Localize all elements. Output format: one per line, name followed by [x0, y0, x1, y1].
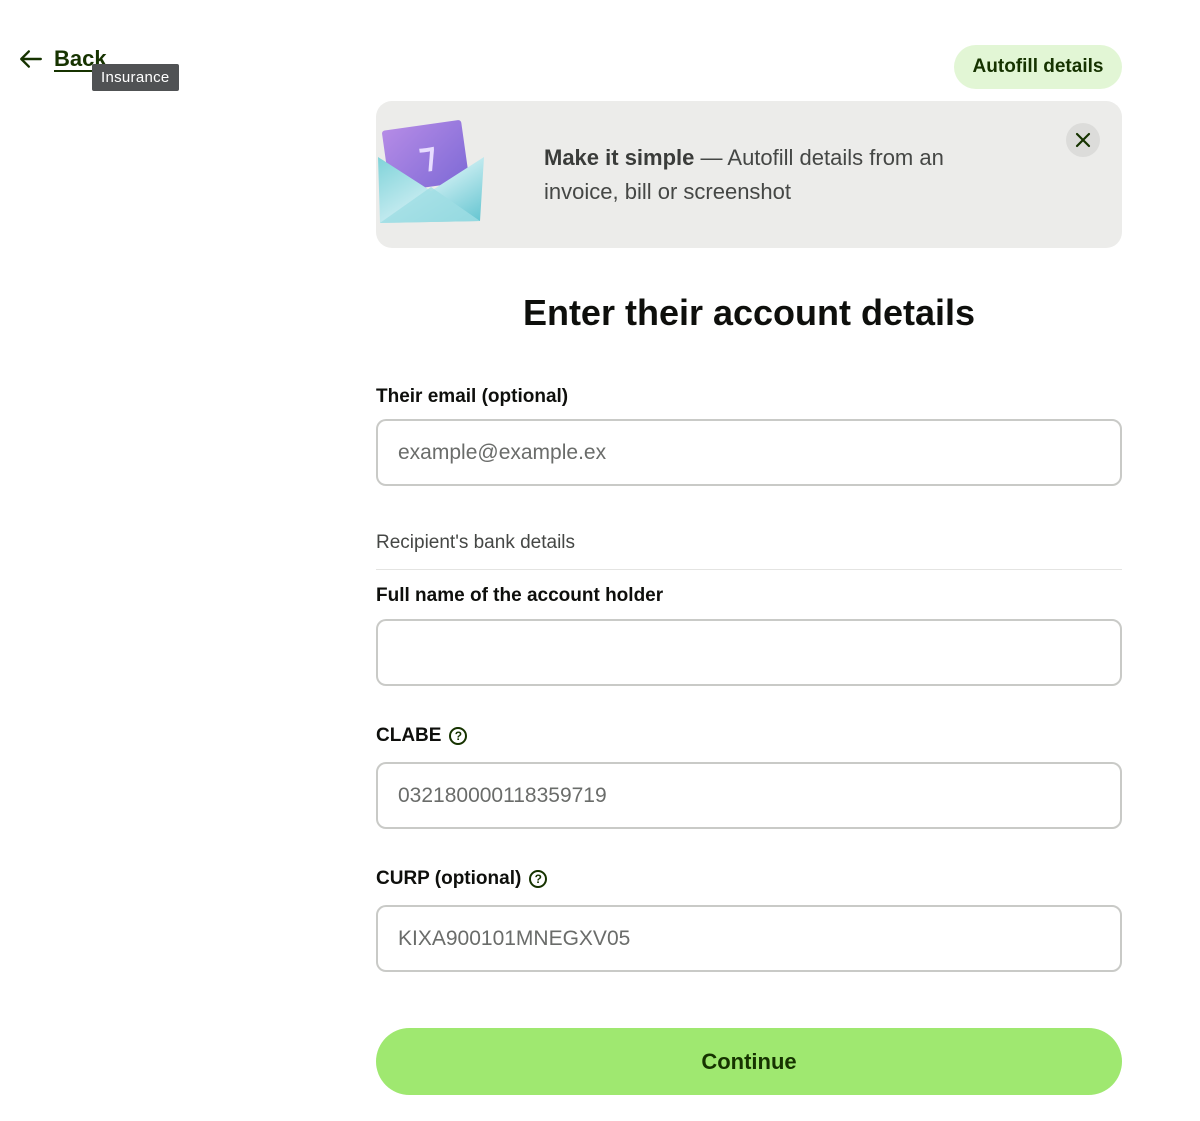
arrow-left-icon	[20, 50, 42, 68]
banner-close-button[interactable]	[1066, 123, 1100, 157]
clabe-label: CLABE ?	[376, 725, 468, 747]
curp-label: CURP (optional) ?	[376, 868, 548, 890]
curp-help-icon[interactable]: ?	[529, 870, 548, 888]
email-label-text: Their email (optional)	[376, 386, 569, 407]
full-name-label-text: Full name of the account holder	[376, 585, 664, 606]
clabe-field[interactable]	[376, 762, 1122, 829]
clabe-label-text: CLABE	[376, 725, 442, 746]
envelope-illustration: ⁊	[378, 120, 484, 223]
section-divider	[376, 569, 1122, 570]
curp-field[interactable]	[376, 905, 1122, 972]
autofill-banner: ⁊ Make it simple — Autofill details from…	[376, 101, 1122, 248]
full-name-field[interactable]	[376, 619, 1122, 686]
email-label: Their email (optional)	[376, 386, 568, 408]
bank-details-section-label: Recipient's bank details	[376, 532, 576, 553]
tooltip: Insurance	[92, 64, 179, 91]
close-icon	[1075, 132, 1091, 148]
curp-label-text: CURP (optional)	[376, 868, 522, 889]
clabe-help-icon[interactable]: ?	[449, 727, 468, 745]
email-field[interactable]	[376, 419, 1122, 486]
banner-text: Make it simple — Autofill details from a…	[544, 141, 1014, 209]
continue-button[interactable]: Continue	[376, 1028, 1122, 1095]
autofill-details-button[interactable]: Autofill details	[954, 45, 1122, 89]
page-title: Enter their account details	[522, 292, 976, 333]
banner-headline: Make it simple	[544, 145, 695, 170]
full-name-label: Full name of the account holder	[376, 585, 663, 607]
